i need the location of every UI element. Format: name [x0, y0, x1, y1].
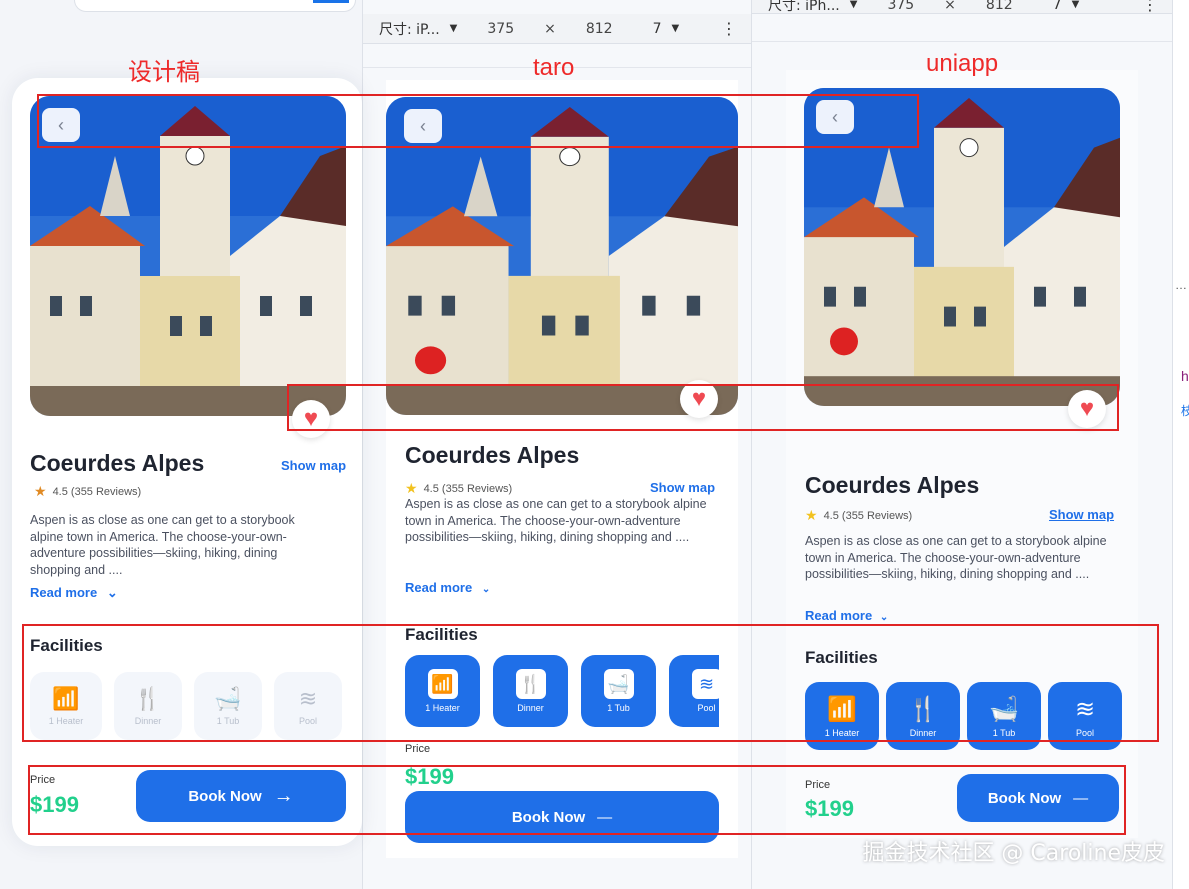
place-title: Coeurdes Alpes	[805, 472, 980, 498]
rating-text: 4.5 (355 Reviews)	[823, 509, 913, 522]
read-more-label: Read more	[405, 580, 473, 595]
chevron-down-icon: ⌄	[481, 584, 491, 595]
watermark: 掘金技术社区 @ Caroline皮皮	[862, 841, 1165, 866]
place-title: Coeurdes Alpes	[30, 450, 205, 476]
height-input[interactable]: 812	[986, 0, 1013, 13]
price-label: Price	[405, 743, 431, 755]
browser-top-strip	[74, 0, 356, 12]
read-more-label: Read more	[30, 585, 98, 600]
chevron-down-icon: ⌄	[106, 585, 118, 600]
read-more-link[interactable]: Read more ⌄	[405, 580, 490, 595]
zoom-select[interactable]: 7	[653, 21, 662, 37]
side-letter-a: h	[1181, 368, 1189, 384]
more-options-icon[interactable]: ⋮	[1142, 0, 1158, 14]
device-toolbar: 尺寸: iP... ▼ 375 × 812 7 ▼ ⋮	[363, 14, 751, 44]
show-map-link[interactable]: Show map	[281, 458, 346, 473]
place-title: Coeurdes Alpes	[405, 442, 580, 468]
rating: ★ 4.5 (355 Reviews)	[34, 483, 141, 500]
device-select[interactable]: 尺寸: iP...	[379, 19, 440, 39]
star-icon: ★	[34, 483, 47, 499]
zoom-select[interactable]: 7	[1053, 0, 1062, 13]
star-icon: ★	[405, 480, 418, 496]
read-more-link[interactable]: Read more ⌄	[30, 585, 118, 601]
chevron-down-icon[interactable]: ▼	[850, 0, 858, 10]
rating: ★ 4.5 (355 Reviews)	[805, 507, 912, 524]
chevron-down-icon: ⌄	[879, 612, 889, 623]
annotation-box-facilities	[22, 624, 1159, 742]
annotation-box-booking	[28, 765, 1126, 835]
chevron-down-icon[interactable]: ▼	[1072, 0, 1080, 10]
ruler	[752, 18, 1172, 42]
rating-text: 4.5 (355 Reviews)	[52, 485, 142, 498]
annotation-box-heart	[287, 384, 1119, 431]
device-toolbar-2: 尺寸: iPh... ▼ 375 × 812 7 ▼ ⋮	[752, 0, 1172, 14]
times-sign: ×	[944, 0, 956, 13]
caption-uniapp: uniapp	[926, 50, 999, 77]
chevron-down-icon[interactable]: ▼	[672, 23, 680, 34]
description: Aspen is as close as one can get to a st…	[805, 534, 1107, 581]
show-map-link[interactable]: Show map	[650, 480, 715, 495]
width-input[interactable]: 375	[887, 0, 914, 13]
chevron-down-icon[interactable]: ▼	[450, 23, 458, 34]
description: Aspen is as close as one can get to a st…	[405, 497, 707, 544]
more-icon[interactable]: …	[1175, 278, 1187, 292]
side-letter-b: 枝	[1181, 404, 1189, 418]
description: Aspen is as close as one can get to a st…	[30, 513, 295, 577]
more-options-icon[interactable]: ⋮	[721, 19, 737, 38]
rating: ★ 4.5 (355 Reviews)	[405, 480, 512, 497]
rating-text: 4.5 (355 Reviews)	[423, 482, 513, 495]
read-more-link[interactable]: Read more ⌄	[805, 608, 888, 623]
device-select[interactable]: 尺寸: iPh...	[768, 0, 840, 15]
width-input[interactable]: 375	[487, 21, 514, 37]
read-more-label: Read more	[805, 608, 873, 623]
show-map-link[interactable]: Show map	[1049, 507, 1114, 522]
caption-design: 设计稿	[128, 59, 200, 86]
annotation-box-back-button	[37, 94, 919, 148]
devtools-side-panel: … h 枝	[1172, 0, 1189, 889]
height-input[interactable]: 812	[586, 21, 613, 37]
caption-taro: taro	[533, 54, 575, 81]
times-sign: ×	[544, 20, 556, 37]
star-icon: ★	[805, 507, 818, 523]
